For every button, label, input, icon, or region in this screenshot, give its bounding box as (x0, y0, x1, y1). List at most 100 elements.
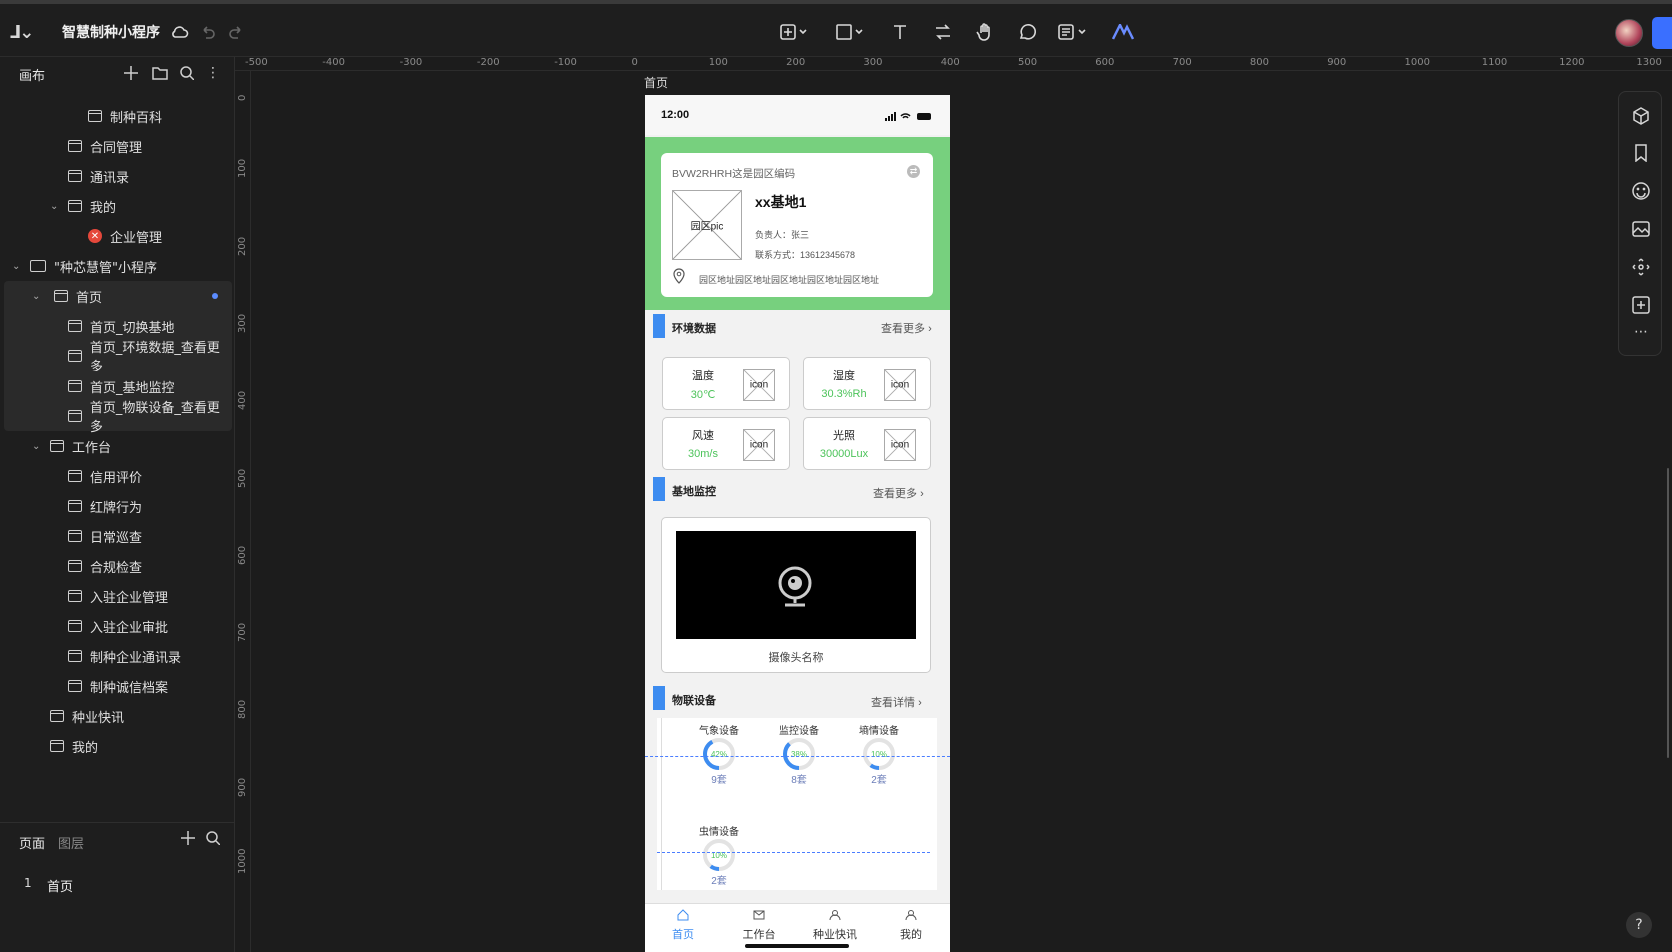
phone-frame[interactable]: 12:00 BVW2RHRH这是园区编码 ⇄ 园区pic xx基地1 负责人：张… (645, 95, 950, 952)
sidebar-item-home[interactable]: ⌄ 首页 (4, 281, 232, 311)
section-marker (653, 314, 665, 338)
more-icon[interactable]: ⋯ (1632, 324, 1650, 342)
connector-tool-icon[interactable] (934, 20, 952, 44)
current-indicator (212, 293, 218, 299)
camera-card[interactable]: 摄像头名称 (661, 517, 931, 673)
frame-label[interactable]: 首页 (644, 74, 668, 91)
sidebar-item-news[interactable]: 种业快讯 (0, 701, 228, 731)
base-card[interactable]: BVW2RHRH这是园区编码 ⇄ 园区pic xx基地1 负责人：张三 联系方式… (661, 153, 933, 297)
location-icon (672, 268, 686, 287)
iot-device-gauge[interactable]: 气象设备 42% 9套 (679, 722, 759, 786)
add-frame-icon[interactable] (1632, 296, 1650, 314)
app-logo-menu[interactable]: ᒧ⌄ (10, 20, 34, 44)
sidebar-item-credit[interactable]: 信用评价 (0, 461, 228, 491)
search-icon[interactable] (180, 61, 194, 85)
env-card-temperature[interactable]: 温度 30℃ icon (662, 357, 790, 410)
add-page-icon[interactable] (124, 61, 138, 85)
component-icon[interactable] (1632, 107, 1650, 125)
tab-mine[interactable]: 我的 (873, 906, 949, 942)
shape-tool-icon[interactable] (836, 20, 864, 44)
ai-assistant-icon[interactable] (1112, 20, 1134, 44)
page-item-home[interactable]: 首页 (47, 876, 73, 895)
frame-tool-icon[interactable] (780, 20, 808, 44)
bookmark-icon[interactable] (1632, 144, 1650, 163)
sidebar-item-mine-2[interactable]: 我的 (0, 731, 228, 761)
user-avatar[interactable] (1615, 19, 1643, 47)
sidebar-item-patrol[interactable]: 日常巡查 (0, 521, 228, 551)
image-icon[interactable] (1632, 220, 1650, 238)
iot-device-gauge[interactable]: 监控设备 38% 8套 (759, 722, 839, 786)
sidebar-item-compliance[interactable]: 合规检查 (0, 551, 228, 581)
design-app: ᒧ⌄ 智慧制种小程序 画布 ⋮ 制种百科 合同管理 通讯录 ⌄ 我的 ✕ 企业管理 … (0, 0, 1672, 952)
vertical-ruler: 0 100 200 300 400 500 600 700 800 900 1000 (235, 71, 251, 952)
tab-pages[interactable]: 页面 (19, 833, 45, 852)
tab-home[interactable]: 首页 (645, 906, 721, 942)
page-icon (50, 710, 64, 722)
page-icon (68, 170, 82, 182)
comment-tool-icon[interactable] (1018, 20, 1036, 44)
help-button[interactable]: ? (1626, 912, 1652, 938)
undo-icon[interactable] (200, 20, 216, 44)
sidebar-item-ent-contacts[interactable]: 制种企业通讯录 (0, 641, 228, 671)
chevron-down-icon[interactable]: ⌄ (50, 201, 58, 212)
ruler-tick-label: 900 (237, 777, 248, 797)
humidity-icon: icon (884, 369, 916, 401)
ruler-tick-label: 1300 (1636, 57, 1662, 68)
iot-device-gauge[interactable]: 墒情设备 10% 2套 (839, 722, 919, 786)
sidebar-item-miniprogram[interactable]: ⌄ "种芯慧管"小程序 (0, 251, 228, 281)
sidebar-item-ent-manage[interactable]: 入驻企业管理 (0, 581, 228, 611)
ruler-tick-label: -400 (322, 57, 345, 68)
env-more-link[interactable]: 查看更多 › (881, 320, 932, 336)
sidebar-item-workbench[interactable]: ⌄ 工作台 (0, 431, 228, 461)
sidebar-item-contract[interactable]: 合同管理 (0, 131, 228, 161)
redo-icon[interactable] (228, 20, 244, 44)
gauge-percent: 10% (871, 750, 887, 759)
tab-news[interactable]: 种业快讯 (797, 906, 873, 942)
move-icon[interactable] (1632, 258, 1650, 276)
new-folder-icon[interactable] (152, 61, 168, 85)
sidebar-item-integrity[interactable]: 制种诚信档案 (0, 671, 228, 701)
tab-workbench[interactable]: 工作台 (721, 906, 797, 942)
vertical-scrollbar[interactable] (1667, 468, 1669, 758)
sidebar-item-ent-approve[interactable]: 入驻企业审批 (0, 611, 228, 641)
hand-tool-icon[interactable] (976, 20, 994, 44)
ruler-tick-label: 200 (237, 236, 248, 256)
search-icon[interactable] (206, 831, 221, 849)
chevron-down-icon[interactable]: ⌄ (32, 441, 40, 452)
base-name: xx基地1 (755, 194, 807, 210)
cloud-sync-icon[interactable] (170, 20, 190, 44)
annotation-tool-icon[interactable] (1058, 20, 1088, 44)
sidebar-item-redcard[interactable]: 红牌行为 (0, 491, 228, 521)
ruler-tick-label: 800 (237, 700, 248, 720)
sidebar-item-home-env[interactable]: 首页_环境数据_查看更多 (4, 341, 232, 375)
right-tool-rail: ⋯ (1618, 91, 1662, 356)
add-page-icon[interactable] (181, 831, 195, 849)
ruler-tick-label: 1100 (1481, 57, 1508, 68)
env-card-wind[interactable]: 风速 30m/s icon (662, 417, 790, 470)
more-options-icon[interactable]: ⋮ (206, 61, 220, 85)
iot-device-gauge[interactable]: 虫情设备 10% 2套 (679, 823, 759, 887)
emoji-icon[interactable] (1632, 182, 1650, 200)
tab-layers[interactable]: 图层 (58, 833, 84, 852)
iot-title: 物联设备 (672, 695, 716, 707)
monitor-more-link[interactable]: 查看更多 › (873, 485, 924, 501)
text-tool-icon[interactable] (892, 20, 908, 44)
switch-base-icon[interactable]: ⇄ (907, 165, 920, 178)
page-icon (68, 560, 82, 572)
sidebar-item-enterprise[interactable]: ✕ 企业管理 (0, 221, 228, 251)
sidebar-item-mine[interactable]: ⌄ 我的 (0, 191, 228, 221)
camera-feed[interactable] (676, 531, 916, 639)
share-button[interactable] (1652, 17, 1672, 49)
iot-more-link[interactable]: 查看详情 › (871, 694, 922, 710)
sidebar-item-seed-encyclopedia[interactable]: 制种百科 (0, 101, 228, 131)
env-card-humidity[interactable]: 湿度 30.3%Rh icon (803, 357, 931, 410)
chevron-down-icon[interactable]: ⌄ (12, 261, 20, 272)
ruler-tick-label: 700 (237, 623, 248, 643)
chevron-down-icon[interactable]: ⌄ (32, 291, 40, 302)
sidebar-item-contacts[interactable]: 通讯录 (0, 161, 228, 191)
document-name[interactable]: 智慧制种小程序 (62, 20, 160, 44)
sidebar-item-home-iot[interactable]: 首页_物联设备_查看更多 (4, 401, 232, 435)
ruler-tick-label: 1000 (237, 848, 248, 874)
env-card-light[interactable]: 光照 30000Lux icon (803, 417, 931, 470)
ruler-tick-label: 0 (631, 57, 638, 68)
